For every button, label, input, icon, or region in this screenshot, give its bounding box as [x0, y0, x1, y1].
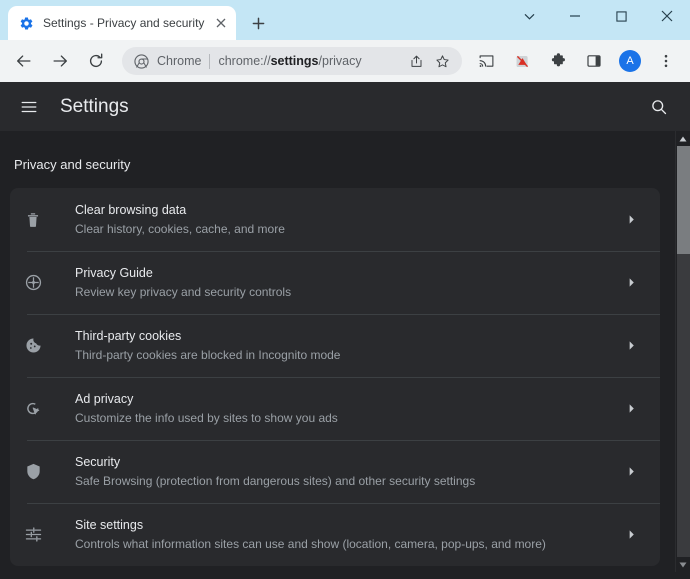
- row-text: Privacy Guide Review key privacy and sec…: [56, 265, 620, 301]
- window-controls: [506, 0, 690, 32]
- browser-toolbar: Chrome chrome://settings/privacy A: [0, 40, 690, 82]
- tab-strip: Settings - Privacy and security: [0, 0, 690, 40]
- chevron-right-icon[interactable]: [620, 214, 642, 225]
- tab-title: Settings - Privacy and security: [43, 16, 205, 30]
- url-suffix: /privacy: [318, 54, 362, 68]
- settings-header: Settings: [0, 82, 690, 131]
- side-panel-icon[interactable]: [579, 46, 609, 76]
- row-title: Security: [75, 454, 121, 469]
- row-subtitle: Safe Browsing (protection from dangerous…: [75, 473, 476, 488]
- forward-arrow-icon[interactable]: [45, 46, 75, 76]
- settings-row-third-party-cookies[interactable]: Third-party cookies Third-party cookies …: [10, 314, 660, 377]
- maximize-button[interactable]: [598, 0, 644, 32]
- extension-adblock-icon[interactable]: [507, 46, 537, 76]
- settings-content: Privacy and security Clear browsing data…: [0, 131, 690, 572]
- omnibox-chip-label: Chrome: [157, 54, 202, 68]
- browser-window: Settings - Privacy and security Chrome c…: [0, 0, 690, 579]
- scrollbar-thumb[interactable]: [677, 146, 690, 254]
- omnibox-url: chrome://settings/privacy: [218, 54, 402, 68]
- row-subtitle: Clear history, cookies, cache, and more: [75, 221, 285, 236]
- row-subtitle: Controls what information sites can use …: [75, 536, 546, 551]
- row-title: Clear browsing data: [75, 202, 187, 217]
- avatar-initial: A: [619, 50, 641, 72]
- shield-icon: [10, 462, 56, 481]
- back-arrow-icon[interactable]: [9, 46, 39, 76]
- url-prefix: chrome://: [218, 54, 271, 68]
- row-subtitle: Customize the info used by sites to show…: [75, 410, 338, 425]
- url-bold-part: settings: [270, 54, 319, 68]
- row-title: Privacy Guide: [75, 265, 153, 280]
- browser-tab[interactable]: Settings - Privacy and security: [8, 6, 236, 40]
- three-dot-menu-icon[interactable]: [651, 46, 681, 76]
- row-text: Security Safe Browsing (protection from …: [56, 454, 620, 490]
- scroll-down-arrow-icon[interactable]: [676, 557, 690, 572]
- extensions-puzzle-icon[interactable]: [543, 46, 573, 76]
- row-title: Third-party cookies: [75, 328, 182, 343]
- row-text: Site settings Controls what information …: [56, 517, 620, 553]
- cookie-icon: [10, 336, 56, 355]
- tab-search-button[interactable]: [506, 0, 552, 32]
- row-text: Third-party cookies Third-party cookies …: [56, 328, 620, 364]
- privacy-settings-card: Clear browsing data Clear history, cooki…: [10, 188, 660, 566]
- settings-row-security[interactable]: Security Safe Browsing (protection from …: [10, 440, 660, 503]
- omnibox-actions: [402, 49, 454, 73]
- ad-privacy-icon: [10, 399, 56, 418]
- trash-icon: [10, 211, 56, 229]
- search-icon[interactable]: [646, 94, 672, 120]
- scroll-up-arrow-icon[interactable]: [676, 131, 690, 146]
- address-bar[interactable]: Chrome chrome://settings/privacy: [122, 47, 462, 75]
- minimize-button[interactable]: [552, 0, 598, 32]
- row-text: Clear browsing data Clear history, cooki…: [56, 202, 620, 238]
- privacy-guide-icon: [10, 273, 56, 292]
- new-tab-button[interactable]: [244, 9, 272, 37]
- vertical-scrollbar[interactable]: [675, 131, 690, 572]
- close-window-button[interactable]: [644, 0, 690, 32]
- chevron-right-icon[interactable]: [620, 340, 642, 351]
- avatar[interactable]: A: [615, 46, 645, 76]
- omnibox-separator: [209, 53, 211, 69]
- row-title: Ad privacy: [75, 391, 134, 406]
- settings-row-site-settings[interactable]: Site settings Controls what information …: [10, 503, 660, 566]
- settings-row-ad-privacy[interactable]: Ad privacy Customize the info used by si…: [10, 377, 660, 440]
- settings-row-privacy-guide[interactable]: Privacy Guide Review key privacy and sec…: [10, 251, 660, 314]
- row-text: Ad privacy Customize the info used by si…: [56, 391, 620, 427]
- star-icon[interactable]: [430, 49, 454, 73]
- row-subtitle: Review key privacy and security controls: [75, 284, 292, 299]
- reload-icon[interactable]: [81, 46, 111, 76]
- section-heading: Privacy and security: [14, 157, 131, 172]
- share-icon[interactable]: [404, 49, 428, 73]
- chevron-right-icon[interactable]: [620, 529, 642, 540]
- chrome-logo-icon: [133, 53, 149, 69]
- cast-icon[interactable]: [471, 46, 501, 76]
- chevron-right-icon[interactable]: [620, 403, 642, 414]
- row-title: Site settings: [75, 517, 144, 532]
- settings-gear-icon: [18, 15, 34, 31]
- page-title: Settings: [60, 95, 129, 117]
- close-icon[interactable]: [212, 14, 230, 32]
- chevron-right-icon[interactable]: [620, 277, 642, 288]
- chevron-right-icon[interactable]: [620, 466, 642, 477]
- hamburger-menu-icon[interactable]: [16, 94, 42, 120]
- settings-row-clear-browsing-data[interactable]: Clear browsing data Clear history, cooki…: [10, 188, 660, 251]
- tune-sliders-icon: [10, 525, 56, 544]
- row-subtitle: Third-party cookies are blocked in Incog…: [75, 347, 341, 362]
